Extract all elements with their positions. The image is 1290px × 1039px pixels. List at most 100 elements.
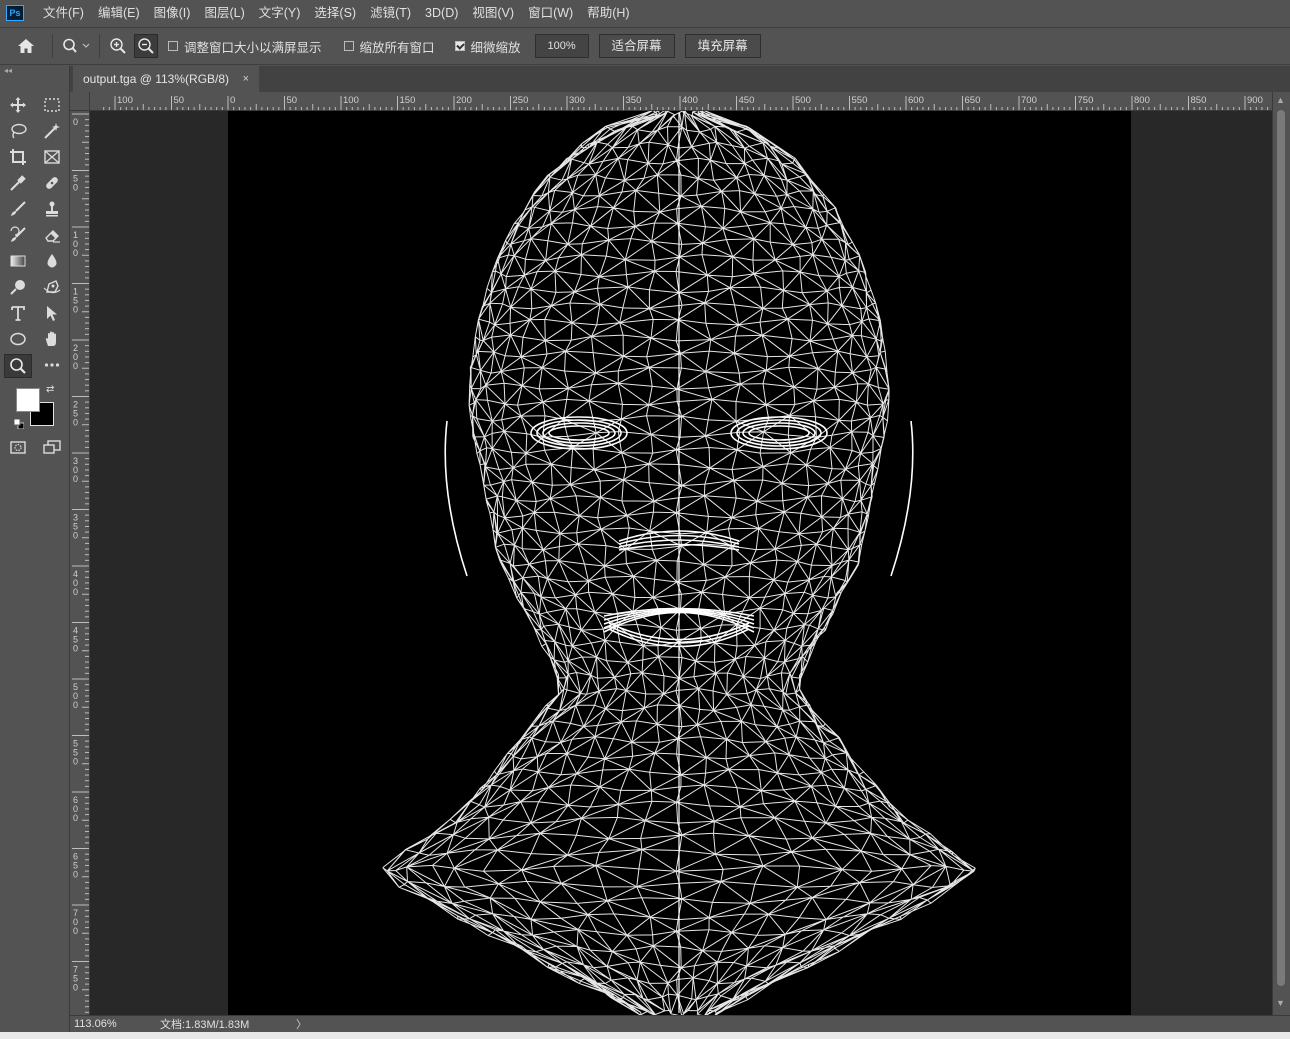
scroll-up-icon[interactable]: ▲ xyxy=(1276,95,1285,105)
quick-mask-icon[interactable] xyxy=(6,436,30,458)
scroll-down-icon[interactable]: ▼ xyxy=(1276,998,1285,1008)
ruler-h-label: 0 xyxy=(230,95,235,106)
document-canvas[interactable] xyxy=(228,111,1131,1015)
zoom-all-windows-option[interactable]: 缩放所有窗口 xyxy=(343,37,435,56)
clone-stamp-icon[interactable] xyxy=(40,198,64,220)
fill-screen-button[interactable]: 填充屏幕 xyxy=(684,34,761,58)
ruler-h-label: 750 xyxy=(1078,95,1094,106)
ruler-h-label: 150 xyxy=(400,95,416,106)
toolbox-collapse-icon[interactable]: ◂◂ xyxy=(0,66,69,76)
fit-screen-button[interactable]: 适合屏幕 xyxy=(598,34,675,58)
zoom-in-icon[interactable] xyxy=(106,34,130,58)
status-bar: 113.06% 文档:1.83M/1.83M 〉 xyxy=(70,1015,1290,1032)
history-brush-icon[interactable] xyxy=(6,224,30,246)
head-wireframe-image xyxy=(382,111,976,1015)
ruler-h-label: 400 xyxy=(682,95,698,106)
menu-view[interactable]: 视图(V) xyxy=(465,0,521,26)
window-bottom-edge xyxy=(0,1032,1290,1039)
menu-type[interactable]: 文字(Y) xyxy=(252,0,308,26)
ellipse-icon[interactable] xyxy=(6,328,30,350)
status-document-size: 文档:1.83M/1.83M xyxy=(160,1019,250,1031)
zoom-icon[interactable] xyxy=(4,354,32,378)
vertical-ruler[interactable]: 0 50 100 150 200 250 300 350 400 450 500 550 600 650 7… xyxy=(70,111,90,1015)
scrubby-zoom-option[interactable]: 细微缩放 xyxy=(454,37,521,56)
zoom-percent-button[interactable]: 100% xyxy=(534,34,589,58)
gradient-icon[interactable] xyxy=(6,250,30,272)
marquee-icon[interactable] xyxy=(40,94,64,116)
ruler-origin[interactable] xyxy=(70,92,90,111)
ruler-h-label: 50 xyxy=(287,95,298,106)
menu-bar: Ps 文件(F) 编辑(E) 图像(I) 图层(L) 文字(Y) 选择(S) 滤… xyxy=(0,0,1290,26)
zoom-all-windows-label: 缩放所有窗口 xyxy=(359,40,435,55)
ruler-h-label: 650 xyxy=(965,95,981,106)
menu-edit[interactable]: 编辑(E) xyxy=(91,0,147,26)
default-colors-icon[interactable] xyxy=(13,418,25,430)
home-icon[interactable] xyxy=(14,34,38,58)
zoom-all-windows-checkbox[interactable] xyxy=(343,41,354,51)
eyedropper-icon[interactable] xyxy=(6,172,30,194)
menu-select[interactable]: 选择(S) xyxy=(307,0,363,26)
zoom-out-icon[interactable] xyxy=(134,34,158,58)
type-icon[interactable] xyxy=(6,302,30,324)
ruler-h-label: 200 xyxy=(456,95,472,106)
resize-windows-option[interactable]: 调整窗口大小以满屏显示 xyxy=(168,37,322,56)
pasteboard[interactable] xyxy=(90,111,1272,1015)
status-menu-arrow-icon[interactable]: 〉 xyxy=(296,1016,307,1032)
ruler-h-label: 250 xyxy=(513,95,529,106)
ruler-h-label: 350 xyxy=(626,95,642,106)
ruler-v-label: 150 xyxy=(73,287,78,315)
menu-file[interactable]: 文件(F) xyxy=(36,0,91,26)
dodge-icon[interactable] xyxy=(6,276,30,298)
document-tab-bar: output.tga @ 113%(RGB/8) × xyxy=(70,66,1290,92)
brush-icon[interactable] xyxy=(6,198,30,220)
menu-filter[interactable]: 滤镜(T) xyxy=(363,0,418,26)
menu-layer[interactable]: 图层(L) xyxy=(197,0,251,26)
healing-brush-icon[interactable] xyxy=(40,172,64,194)
blur-icon[interactable] xyxy=(40,250,64,272)
magic-wand-icon[interactable] xyxy=(40,120,64,142)
hand-icon[interactable] xyxy=(40,328,64,350)
options-bar: 调整窗口大小以满屏显示 缩放所有窗口 细微缩放 100% 适合屏幕 填充屏幕 xyxy=(0,27,1290,65)
lasso-icon[interactable] xyxy=(6,120,30,142)
photoshop-logo: Ps xyxy=(6,5,24,21)
wireframe-facial-features xyxy=(444,113,914,1013)
resize-windows-checkbox[interactable] xyxy=(168,41,178,51)
ruler-v-label: 550 xyxy=(73,739,78,767)
ruler-v-label: 350 xyxy=(73,513,78,541)
menu-3d[interactable]: 3D(D) xyxy=(418,0,465,26)
scrubby-zoom-checkbox[interactable] xyxy=(454,41,465,51)
frame-icon[interactable] xyxy=(40,146,64,168)
more-icon[interactable] xyxy=(40,354,64,376)
zoom-tool-preset-icon[interactable] xyxy=(59,34,93,58)
ruler-v-label: 450 xyxy=(73,626,78,654)
ruler-h-label: 800 xyxy=(1134,95,1150,106)
horizontal-ruler[interactable]: 100 50 0 50 100 150 200 250 300 350 400 450 500 550 60… xyxy=(90,92,1272,111)
move-icon[interactable] xyxy=(6,94,30,116)
close-icon[interactable]: × xyxy=(243,66,249,92)
document-tab[interactable]: output.tga @ 113%(RGB/8) × xyxy=(73,66,260,92)
ruler-v-label: 500 xyxy=(73,682,78,710)
vertical-scrollbar[interactable]: ▲ ▼ xyxy=(1272,92,1290,1015)
scrubby-zoom-label: 细微缩放 xyxy=(470,40,521,55)
status-zoom-level[interactable]: 113.06% xyxy=(70,1018,130,1030)
menu-image[interactable]: 图像(I) xyxy=(147,0,198,26)
eraser-icon[interactable] xyxy=(40,224,64,246)
ruler-v-label: 100 xyxy=(73,230,78,258)
crop-icon[interactable] xyxy=(6,146,30,168)
swap-colors-icon[interactable]: ⇄ xyxy=(46,384,54,395)
document-tab-title: output.tga @ 113%(RGB/8) xyxy=(83,72,230,86)
path-select-icon[interactable] xyxy=(40,302,64,324)
menu-window[interactable]: 窗口(W) xyxy=(521,0,580,26)
ruler-v-label: 750 xyxy=(73,965,78,993)
ruler-h-label: 500 xyxy=(795,95,811,106)
screen-mode-icon[interactable] xyxy=(40,436,64,458)
ruler-v-label: 400 xyxy=(73,569,78,597)
ruler-v-label: 650 xyxy=(73,852,78,880)
ruler-h-label: 700 xyxy=(1021,95,1037,106)
scrollbar-thumb[interactable] xyxy=(1277,110,1285,986)
divider xyxy=(52,34,53,58)
ruler-h-label: 550 xyxy=(852,95,868,106)
menu-help[interactable]: 帮助(H) xyxy=(580,0,636,26)
pen-icon[interactable] xyxy=(40,276,64,298)
foreground-color-swatch[interactable] xyxy=(16,388,40,412)
